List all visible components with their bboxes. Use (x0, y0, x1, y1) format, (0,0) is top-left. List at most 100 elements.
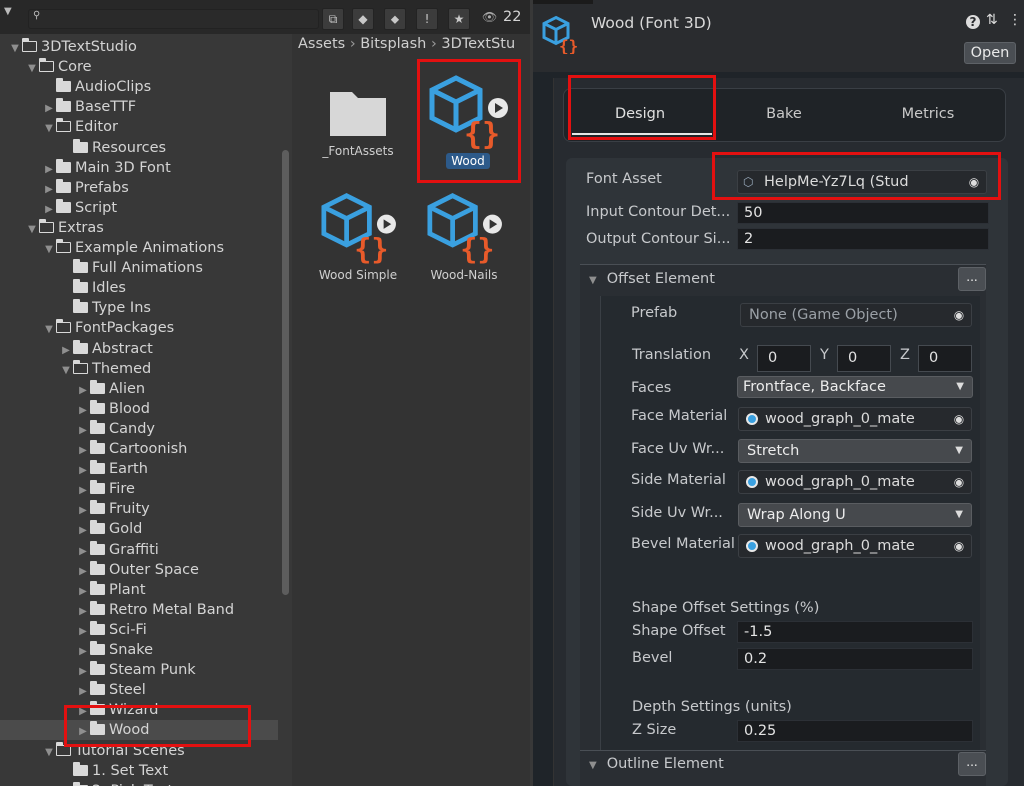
chevron-down-icon[interactable]: ▼ (42, 320, 56, 340)
preset-icon[interactable]: ⇅ (986, 12, 998, 28)
chevron-right-icon[interactable]: ▶ (42, 160, 56, 180)
asset-item[interactable]: {} Wood-Nails (414, 190, 514, 283)
object-picker-icon[interactable]: ◉ (947, 471, 971, 493)
favorites-star-icon[interactable]: ★ (448, 8, 470, 30)
side-uv-dropdown[interactable]: Wrap Along U ▼ (738, 503, 972, 527)
tree-item[interactable]: ▶ BaseTTF (0, 97, 278, 117)
tree-item[interactable]: 2. Pick Text (0, 781, 278, 786)
bevel-field[interactable]: 0.2 (737, 648, 973, 670)
tree-item[interactable]: ▶ Prefabs (0, 178, 278, 198)
open-button[interactable]: Open (964, 42, 1016, 64)
search-by-type-icon[interactable]: ⧉ (322, 8, 344, 30)
tree-item[interactable]: ▶ Gold (0, 519, 278, 539)
breadcrumb-bitsplash[interactable]: Bitsplash (360, 36, 426, 52)
prefab-field[interactable]: None (Game Object) ◉ (740, 303, 972, 327)
offset-more-button[interactable]: ... (958, 267, 986, 291)
bevel-material-field[interactable]: wood_graph_0_mate ◉ (738, 534, 972, 558)
tree-scrollbar[interactable] (282, 150, 289, 595)
chevron-right-icon[interactable]: ▶ (76, 461, 90, 481)
chevron-right-icon[interactable]: ▶ (76, 401, 90, 421)
tree-item[interactable]: ▶ Cartoonish (0, 439, 278, 459)
chevron-right-icon[interactable]: ▶ (76, 421, 90, 441)
output-contour-field[interactable]: 2 (737, 228, 989, 250)
help-icon[interactable]: ? (966, 15, 980, 29)
translation-z-field[interactable]: 0 (918, 345, 972, 372)
tree-item[interactable]: ▶ Candy (0, 419, 278, 439)
tree-item[interactable]: Resources (0, 138, 278, 158)
chevron-down-icon[interactable]: ▼ (25, 59, 39, 79)
outline-more-button[interactable]: ... (958, 752, 986, 776)
tree-item[interactable]: ▶ Fruity (0, 499, 278, 519)
tree-item[interactable]: 1. Set Text (0, 761, 278, 781)
more-menu-icon[interactable]: ⋮ (1008, 12, 1022, 28)
tree-item[interactable]: ▶ Plant (0, 580, 278, 600)
chevron-right-icon[interactable]: ▶ (76, 562, 90, 582)
chevron-right-icon[interactable]: ▶ (76, 441, 90, 461)
hidden-packages-eye-icon[interactable]: 👁 (482, 10, 497, 24)
shape-offset-field[interactable]: -1.5 (737, 621, 973, 643)
chevron-right-icon[interactable]: ▶ (76, 582, 90, 602)
warning-filter-icon[interactable]: ! (416, 8, 438, 30)
tag-icon[interactable]: ⬥ (384, 8, 406, 30)
chevron-right-icon[interactable]: ▶ (76, 622, 90, 642)
input-contour-field[interactable]: 50 (737, 202, 989, 224)
tree-item[interactable]: ▶ Snake (0, 640, 278, 660)
breadcrumb-3dtextstudio[interactable]: 3DTextStu (441, 36, 515, 52)
faces-dropdown[interactable]: Frontface, Backface ▼ (737, 376, 973, 398)
tree-item[interactable]: ▶ Steam Punk (0, 660, 278, 680)
tree-item[interactable]: Full Animations (0, 258, 278, 278)
tree-item[interactable]: AudioClips (0, 77, 278, 97)
search-input[interactable]: ⚲ (28, 9, 319, 29)
chevron-right-icon[interactable]: ▶ (76, 501, 90, 521)
chevron-down-icon[interactable]: ▼ (25, 220, 39, 240)
tree-item[interactable]: ▼ FontPackages (0, 318, 278, 338)
tree-item[interactable]: ▶ Earth (0, 459, 278, 479)
tree-item[interactable]: ▼ Editor (0, 117, 278, 137)
tree-item[interactable]: ▶ Alien (0, 379, 278, 399)
tree-item[interactable]: ▶ Main 3D Font (0, 158, 278, 178)
tree-item[interactable]: ▶ Retro Metal Band (0, 600, 278, 620)
breadcrumb-assets[interactable]: Assets (298, 36, 345, 52)
chevron-right-icon[interactable]: ▶ (76, 662, 90, 682)
tree-item[interactable]: ▶ Fire (0, 479, 278, 499)
object-picker-icon[interactable]: ◉ (947, 304, 971, 326)
chevron-down-icon[interactable]: ▼ (42, 743, 56, 763)
create-dropdown-icon[interactable]: ▼ (4, 6, 12, 17)
object-picker-icon[interactable]: ◉ (947, 535, 971, 557)
chevron-down-icon[interactable]: ▼ (8, 39, 22, 59)
chevron-right-icon[interactable]: ▶ (42, 180, 56, 200)
tree-item[interactable]: ▶ Graffiti (0, 540, 278, 560)
tab-metrics[interactable]: Metrics (858, 106, 998, 122)
tree-item[interactable]: ▶ Steel (0, 680, 278, 700)
tree-item[interactable]: ▶ Script (0, 198, 278, 218)
tree-item[interactable]: Type Ins (0, 298, 278, 318)
tree-item[interactable]: ▶ Blood (0, 399, 278, 419)
chevron-right-icon[interactable]: ▶ (76, 602, 90, 622)
tree-item[interactable]: Idles (0, 278, 278, 298)
chevron-right-icon[interactable]: ▶ (76, 481, 90, 501)
face-uv-dropdown[interactable]: Stretch ▼ (738, 439, 972, 463)
search-by-label-icon[interactable]: ◆ (352, 8, 374, 30)
chevron-right-icon[interactable]: ▶ (76, 642, 90, 662)
outline-element-header[interactable]: ▼ Outline Element (589, 756, 724, 772)
asset-item[interactable]: {} Wood Simple (308, 190, 408, 283)
tree-item[interactable]: ▼ 3DTextStudio (0, 37, 278, 57)
tree-item[interactable]: ▶ Outer Space (0, 560, 278, 580)
zsize-field[interactable]: 0.25 (737, 720, 973, 742)
asset-item[interactable]: _FontAssets (308, 84, 408, 159)
chevron-right-icon[interactable]: ▶ (42, 200, 56, 220)
translation-y-field[interactable]: 0 (837, 345, 891, 372)
offset-element-header[interactable]: ▼ Offset Element (589, 271, 715, 287)
tree-item[interactable]: ▼ Themed (0, 359, 278, 379)
tree-item[interactable]: ▶ Abstract (0, 339, 278, 359)
tab-bake[interactable]: Bake (714, 106, 854, 122)
chevron-right-icon[interactable]: ▶ (42, 99, 56, 119)
chevron-right-icon[interactable]: ▶ (76, 682, 90, 702)
tree-item[interactable]: ▼ Core (0, 57, 278, 77)
tree-item[interactable]: ▶ Sci-Fi (0, 620, 278, 640)
tree-item[interactable]: ▼ Extras (0, 218, 278, 238)
chevron-right-icon[interactable]: ▶ (76, 542, 90, 562)
chevron-down-icon[interactable]: ▼ (59, 361, 73, 381)
chevron-right-icon[interactable]: ▶ (59, 341, 73, 361)
tree-item[interactable]: ▼ Example Animations (0, 238, 278, 258)
